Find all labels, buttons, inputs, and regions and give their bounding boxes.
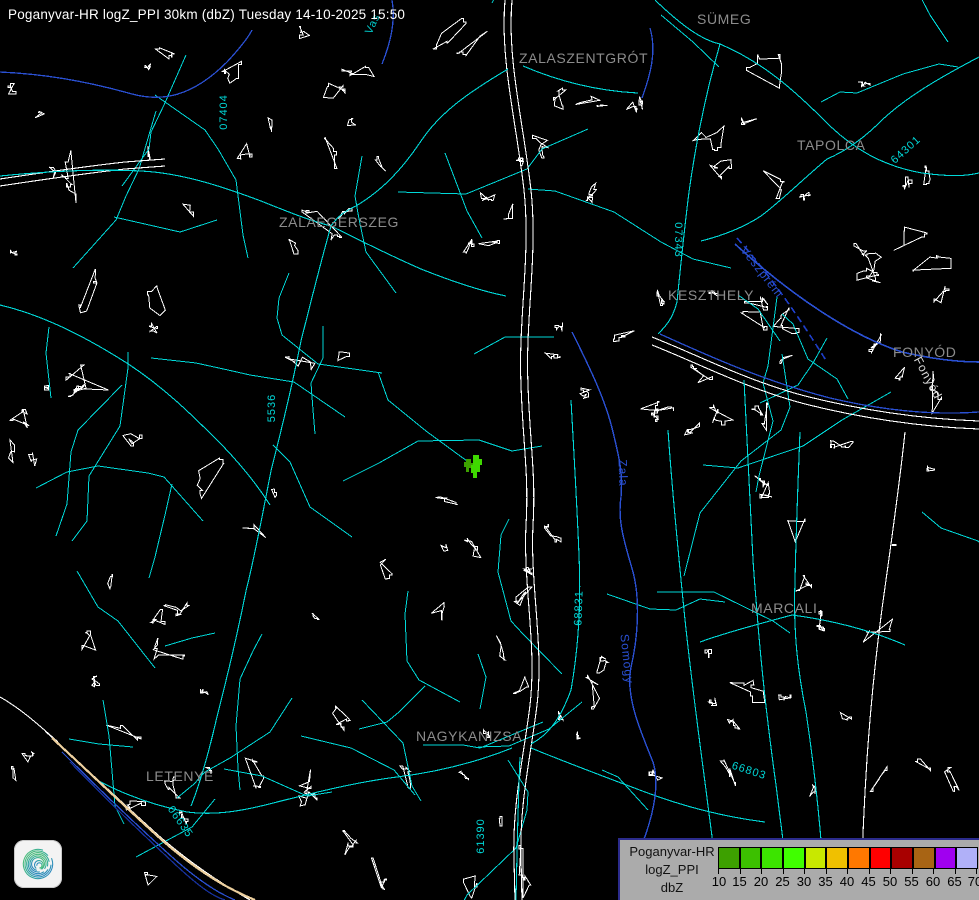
city-label-zalaegerszeg: ZALAEGERSZEG	[279, 214, 399, 230]
city-label-sumeg: SÜMEG	[697, 11, 751, 27]
legend-title-block: Poganyvar-HR logZ_PPI dbZ	[626, 843, 718, 898]
legend-swatch	[783, 847, 805, 869]
city-label-zalaszentgrot: ZALASZENTGRÓT	[519, 50, 648, 66]
legend-tick: 50	[883, 874, 897, 889]
legend-tick: 65	[947, 874, 961, 889]
map-canvas	[0, 0, 979, 900]
waterway-label-zala: Zala	[616, 459, 631, 487]
legend-swatch	[913, 847, 935, 869]
road-network	[0, 0, 979, 900]
legend-swatch	[805, 847, 827, 869]
legend-swatch	[826, 847, 848, 869]
radar-map-view: Poganyvar-HR logZ_PPI 30km (dbZ) Tuesday…	[0, 0, 979, 900]
legend-swatch	[870, 847, 892, 869]
road-number-label: 07404	[218, 94, 230, 130]
spiral-cyclone-icon	[16, 842, 60, 886]
rivers-and-waterways	[0, 0, 979, 900]
city-label-letenye: LETENYE	[146, 768, 214, 784]
boundary-and-main-roads	[0, 0, 979, 900]
legend-tick: 40	[840, 874, 854, 889]
city-label-nagykanizsa: NAGYKANIZSA	[416, 728, 522, 744]
legend-tick: 30	[797, 874, 811, 889]
legend-swatch	[761, 847, 783, 869]
legend-swatch	[718, 847, 740, 869]
legend-tick: 10	[712, 874, 726, 889]
city-label-marcali: MARCALI	[751, 600, 817, 616]
road-number-label: 5536	[266, 394, 278, 422]
legend-swatch	[935, 847, 957, 869]
legend-swatch	[848, 847, 870, 869]
city-label-keszthely: KESZTHELY	[668, 287, 754, 303]
legend-tick: 55	[904, 874, 918, 889]
provider-logo	[14, 840, 62, 888]
legend-swatch	[891, 847, 913, 869]
legend-tick: 25	[775, 874, 789, 889]
legend-colorbar	[718, 847, 978, 869]
legend-tick: 35	[818, 874, 832, 889]
legend-swatch	[740, 847, 762, 869]
radar-echo-cell	[471, 455, 482, 478]
city-label-tapolca: TAPOLCA	[797, 137, 866, 153]
legend-tick: 70	[968, 874, 979, 889]
legend-swatch	[956, 847, 978, 869]
legend-panel: Poganyvar-HR logZ_PPI dbZ 10 15 20 25 30…	[618, 838, 979, 900]
road-number-label: 61390	[475, 818, 487, 854]
radar-echo	[464, 455, 482, 478]
legend-tick: 45	[861, 874, 875, 889]
road-number-label: 07343	[672, 222, 684, 258]
legend-tick: 60	[926, 874, 940, 889]
settlement-outlines	[8, 0, 979, 900]
legend-product-name: Poganyvar-HR	[626, 843, 718, 861]
legend-tick-labels: 10 15 20 25 30 35 40 45 50 55 60 65 70	[718, 874, 977, 890]
legend-tick: 20	[754, 874, 768, 889]
road-number-label: 68831	[572, 590, 585, 626]
product-title: Poganyvar-HR logZ_PPI 30km (dbZ) Tuesday…	[8, 7, 405, 22]
legend-scan-name: logZ_PPI	[626, 861, 718, 879]
legend-tick: 15	[732, 874, 746, 889]
legend-unit: dbZ	[626, 879, 718, 897]
